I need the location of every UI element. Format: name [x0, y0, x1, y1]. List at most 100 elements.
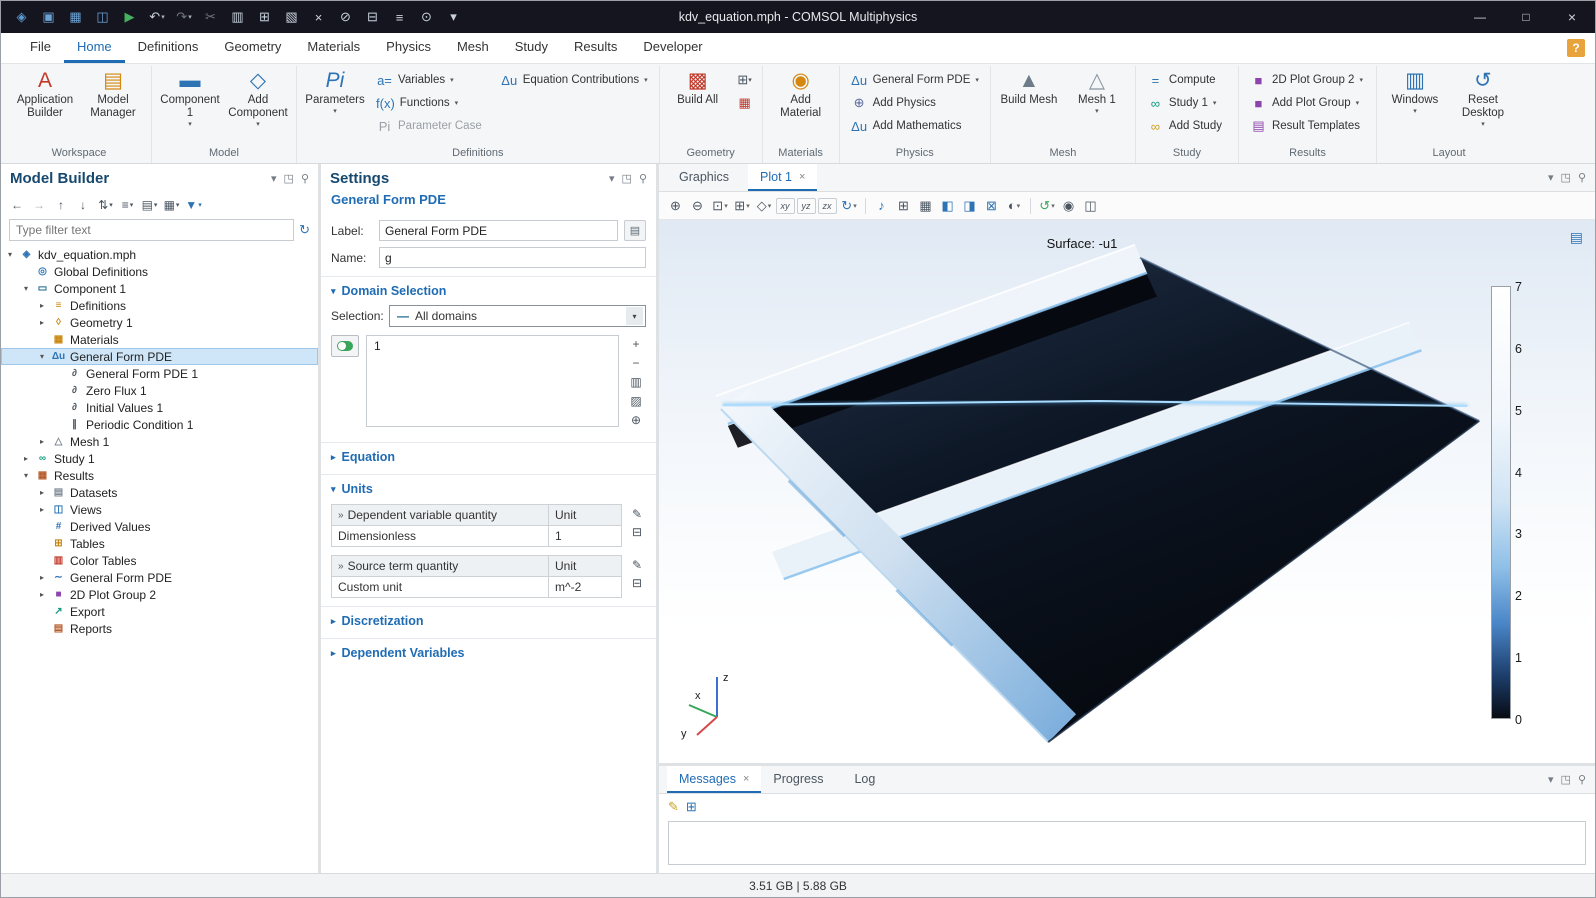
clear-messages-icon[interactable]: ✎ [668, 799, 679, 815]
run-icon[interactable]: ▶ [117, 5, 143, 29]
toolbar-separator[interactable] [1030, 198, 1031, 214]
tree-item-global-definitions[interactable]: ◎ Global Definitions [1, 263, 318, 280]
tree-item-initial-values-1[interactable]: ∂ Initial Values 1 [1, 399, 318, 416]
menu-tab-file[interactable]: File [17, 33, 64, 63]
windows-button[interactable]: ▥ Windows ▾ [1382, 66, 1448, 116]
save-as-icon[interactable]: ◫ [90, 5, 116, 29]
tree-item-reports[interactable]: ▤ Reports [1, 620, 318, 637]
section-dependent-variables[interactable]: ▸ Dependent Variables [321, 638, 656, 665]
tree-filter-input[interactable] [9, 219, 294, 241]
cut-icon[interactable]: ✂ [198, 5, 224, 29]
settings-menu-icon[interactable]: ▾ [609, 172, 615, 185]
plot-group-2-button[interactable]: ■ 2D Plot Group 2 ▾ [1244, 69, 1371, 91]
move-down-icon[interactable]: ↓ [74, 195, 93, 215]
model-manager-button[interactable]: ▤ Model Manager [80, 66, 146, 120]
tab-log[interactable]: Log [842, 766, 894, 793]
compute-icon[interactable]: ≡ [387, 5, 413, 29]
section-equation[interactable]: ▸ Equation [321, 442, 656, 469]
insert-sequence-button[interactable]: ⊞ ▾ [733, 69, 757, 91]
tab-plot-1[interactable]: Plot 1 × [748, 164, 817, 191]
change-unit-icon[interactable]: ⊟ [632, 525, 642, 539]
section-domain-selection[interactable]: ▾ Domain Selection [321, 276, 656, 303]
refresh-icon[interactable]: ↻ ▾ [838, 195, 860, 217]
messages-output-area[interactable] [668, 821, 1586, 865]
add-component-button[interactable]: ◇ Add Component ▾ [225, 66, 291, 129]
refresh-tree-icon[interactable]: ↻ [299, 222, 310, 238]
collapse-expand-icon[interactable]: ⇅ ▾ [96, 195, 115, 215]
selection-dropdown[interactable]: — All domains ▾ [389, 305, 646, 327]
menu-tab-home[interactable]: Home [64, 33, 125, 63]
table-cell[interactable]: m^-2 [549, 577, 621, 597]
source-term-quantity-table[interactable]: »Source term quantity Unit Custom unit m… [331, 555, 622, 598]
tree-item-derived-values[interactable]: # Derived Values [1, 518, 318, 535]
copy-selection-icon[interactable]: ▥ [630, 375, 641, 389]
mb-menu-icon[interactable]: ▾ [271, 172, 277, 185]
tree-item-kdv-equation[interactable]: ▾ ◈ kdv_equation.mph [1, 246, 318, 263]
compute-button[interactable]: = Compute [1141, 69, 1233, 91]
add-mathematics-button[interactable]: Δu Add Mathematics [845, 115, 985, 137]
tree-item-views[interactable]: ▸ ◫ Views [1, 501, 318, 518]
lock-axes-icon[interactable]: ⊠ [981, 195, 1003, 217]
copy-table-icon[interactable]: ⊞ [252, 5, 278, 29]
component-1-button[interactable]: ▬ Component 1 ▾ [157, 66, 223, 129]
filter-icon[interactable]: ▼ ▾ [184, 195, 203, 215]
tree-expander-icon[interactable]: ▸ [37, 573, 47, 582]
tree-item-color-tables[interactable]: ▥ Color Tables [1, 552, 318, 569]
bottom-float-icon[interactable]: ◳ [1561, 773, 1571, 786]
parameters-button[interactable]: Pi Parameters ▾ [302, 66, 368, 116]
tree-expander-icon[interactable]: ▸ [37, 590, 47, 599]
table-cell[interactable]: Custom unit [332, 577, 549, 597]
comsol-logo-icon[interactable]: ◈ [9, 5, 35, 29]
move-up-icon[interactable]: ↑ [52, 195, 71, 215]
dependent-variable-quantity-table[interactable]: »Dependent variable quantity Unit Dimens… [331, 504, 622, 547]
go-to-default-view-icon[interactable]: ⊞ ▾ [731, 195, 753, 217]
add-plot-group-button[interactable]: ■ Add Plot Group ▾ [1244, 92, 1371, 114]
menu-tab-physics[interactable]: Physics [373, 33, 444, 63]
grid-icon[interactable]: ▦ [915, 195, 937, 217]
node-order-icon[interactable]: ▦ ▾ [162, 195, 181, 215]
tree-item-tables[interactable]: ⊞ Tables [1, 535, 318, 552]
paste-icon[interactable]: ▧ [279, 5, 305, 29]
mb-pin-icon[interactable]: ⚲ [301, 172, 309, 185]
tab-messages[interactable]: Messages × [667, 766, 761, 793]
maximize-button[interactable]: □ [1503, 1, 1549, 33]
mb-float-icon[interactable]: ◳ [284, 172, 294, 185]
image-snapshot-icon[interactable]: ⊞ [893, 195, 915, 217]
menu-tab-definitions[interactable]: Definitions [125, 33, 212, 63]
tree-item-definitions[interactable]: ▸ ≡ Definitions [1, 297, 318, 314]
active-toggle-button[interactable] [331, 335, 359, 357]
remove-from-selection-icon[interactable]: − [632, 356, 639, 370]
view-xy-icon[interactable]: xy [776, 198, 795, 214]
tree-expander-icon[interactable]: ▸ [37, 437, 47, 446]
study-1-button[interactable]: ∞ Study 1 ▾ [1141, 92, 1233, 114]
scene-light-icon[interactable]: ◇ ▾ [753, 195, 775, 217]
split-horizontal-icon[interactable]: ◧ [937, 195, 959, 217]
domain-list-item[interactable]: 1 [374, 339, 611, 353]
zoom-box-icon[interactable]: ⊡ ▾ [709, 195, 731, 217]
build-mesh-button[interactable]: ▲ Build Mesh [996, 66, 1062, 107]
application-builder-button[interactable]: A Application Builder [12, 66, 78, 120]
sound-icon[interactable]: ♪ [871, 195, 893, 217]
disable-icon[interactable]: ⊘ [333, 5, 359, 29]
back-icon[interactable]: ← [8, 195, 27, 215]
tree-item-zero-flux-1[interactable]: ∂ Zero Flux 1 [1, 382, 318, 399]
graphics-float-icon[interactable]: ◳ [1561, 171, 1571, 184]
functions-button[interactable]: f(x) Functions ▾ [370, 92, 493, 114]
tree-expander-icon[interactable]: ▾ [37, 352, 47, 361]
show-node-text-icon[interactable]: ≡ ▾ [118, 195, 137, 215]
tree-item-study-1[interactable]: ▸ ∞ Study 1 [1, 450, 318, 467]
save-icon[interactable]: ▦ [63, 5, 89, 29]
change-unit-icon[interactable]: ⊟ [632, 576, 642, 590]
geometry-parts-button[interactable]: ▦ [733, 92, 757, 114]
undo-icon[interactable]: ↶ ▾ [144, 5, 170, 29]
tree-item-export[interactable]: ↗ Export [1, 603, 318, 620]
kdv-surface-plot[interactable] [659, 220, 1595, 763]
bottom-menu-icon[interactable]: ▾ [1548, 773, 1554, 786]
redo-icon[interactable]: ↷ ▾ [171, 5, 197, 29]
add-physics-button[interactable]: ⊕ Add Physics [845, 92, 985, 114]
label-field-input[interactable] [379, 220, 618, 241]
section-units[interactable]: ▾ Units [321, 474, 656, 501]
tree-item-materials[interactable]: ▦ Materials [1, 331, 318, 348]
tree-expander-icon[interactable]: ▸ [37, 505, 47, 514]
environment-reflections-icon[interactable]: ↺ ▾ [1036, 195, 1058, 217]
